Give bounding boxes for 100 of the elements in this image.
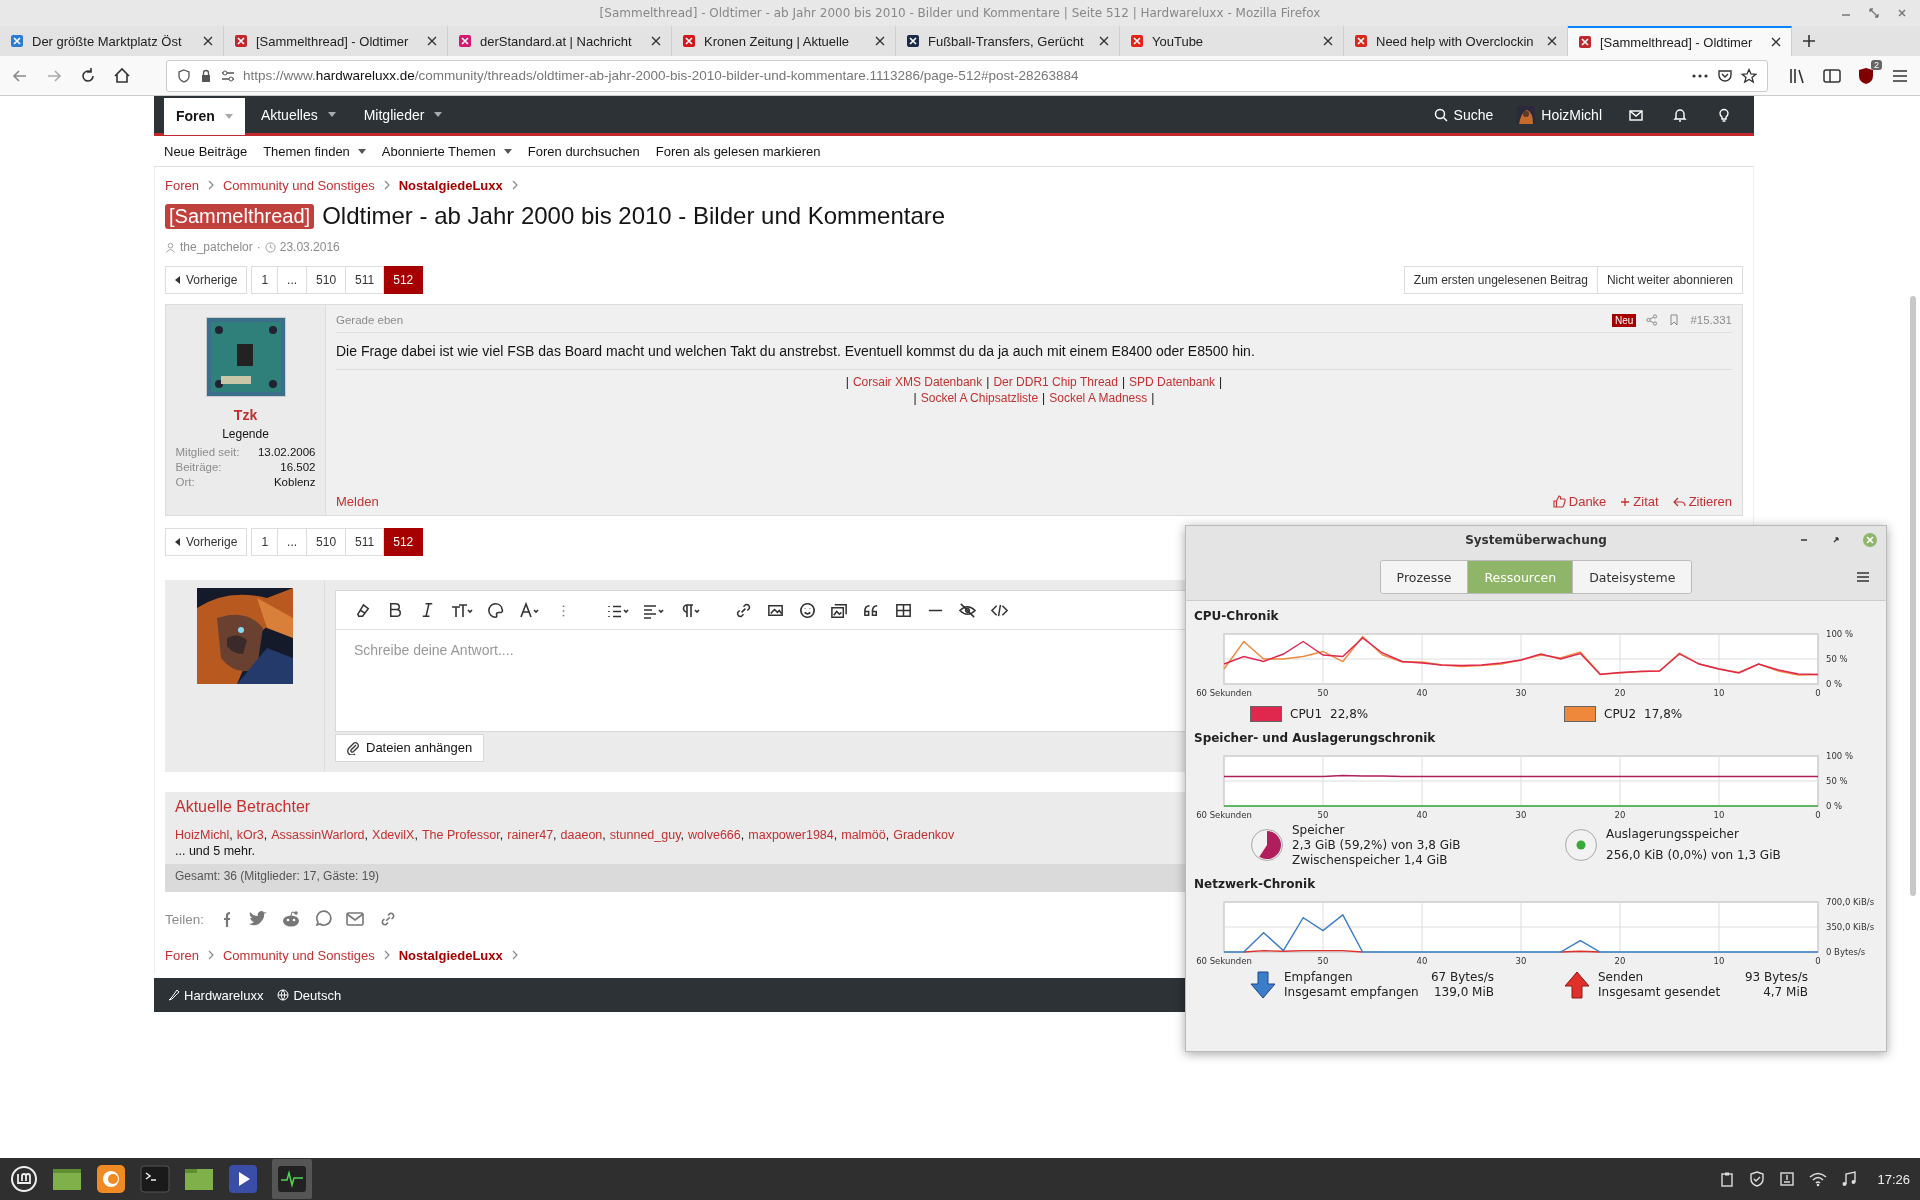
system-monitor-icon[interactable] <box>277 1164 307 1194</box>
bird-icon[interactable] <box>248 910 269 928</box>
bell-icon[interactable] <box>1672 106 1688 123</box>
shield-icon[interactable] <box>1856 65 1876 86</box>
thread-action-button[interactable]: Nicht weiter abonnieren <box>1597 266 1743 294</box>
subnav-link[interactable]: Neue Beiträge <box>164 143 248 159</box>
folder-icon[interactable] <box>184 1166 214 1192</box>
scrollbar[interactable] <box>1910 296 1916 896</box>
monitor-tab[interactable]: Dateisysteme <box>1572 561 1692 593</box>
subnav-link[interactable]: Themen finden <box>263 143 366 159</box>
viewer-link[interactable]: HoizMichl, <box>175 828 233 842</box>
close-icon[interactable] <box>427 36 437 46</box>
paperclip-icon[interactable] <box>347 740 360 755</box>
start-menu-icon[interactable] <box>10 1165 38 1193</box>
terminal-icon[interactable] <box>140 1164 170 1194</box>
search-icon[interactable] <box>1433 107 1448 122</box>
page-link[interactable]: ... <box>278 528 308 556</box>
attach-files-button[interactable]: Dateien anhängen <box>335 733 485 762</box>
wifi-icon[interactable] <box>1809 1171 1828 1187</box>
subnav-link[interactable]: Foren als gelesen markieren <box>655 143 821 159</box>
caret-icon[interactable] <box>327 112 336 117</box>
page-link[interactable]: 510 <box>307 528 347 556</box>
close-icon[interactable] <box>1771 37 1781 47</box>
previous-page-button[interactable]: Vorherige <box>165 266 248 294</box>
browser-icon[interactable] <box>96 1164 126 1194</box>
plus-icon[interactable] <box>1620 496 1631 507</box>
footer-link[interactable]: Hardwareluxx <box>168 987 264 1003</box>
monitor-tab[interactable]: Prozesse <box>1380 561 1468 593</box>
page-link[interactable]: 1 <box>251 528 279 556</box>
chat-icon[interactable] <box>314 910 333 928</box>
nav-tab[interactable]: Aktuelles <box>248 96 348 133</box>
post-action-link[interactable]: Zitat <box>1620 494 1659 509</box>
signature-link[interactable]: Sockel A Chipsatzliste <box>920 390 1039 406</box>
nav-tab[interactable]: Foren <box>164 97 245 135</box>
breadcrumb-link[interactable]: Community und Sonstiges <box>222 947 375 963</box>
caret-icon[interactable] <box>434 112 443 117</box>
star-icon[interactable] <box>1741 67 1757 84</box>
close-icon[interactable] <box>651 36 661 46</box>
close-icon[interactable] <box>875 36 885 46</box>
page-link[interactable]: 512 <box>384 266 424 294</box>
viewer-link[interactable]: XdevilX, <box>372 828 418 842</box>
close-icon[interactable] <box>1323 36 1333 46</box>
bookmark-icon[interactable] <box>1668 314 1681 326</box>
viewer-link[interactable]: malmöö, <box>841 828 890 842</box>
caret-icon[interactable] <box>357 148 366 154</box>
pocket-icon[interactable] <box>1717 67 1733 84</box>
report-link[interactable]: Melden <box>336 494 379 509</box>
viewer-link[interactable]: AssassinWarlord, <box>271 828 369 842</box>
language-link[interactable]: Deutsch <box>277 987 342 1003</box>
brush-icon[interactable] <box>168 989 180 1001</box>
viewer-link[interactable]: daaeon, <box>560 828 606 842</box>
hide-icon[interactable] <box>958 600 977 620</box>
previous-page-button[interactable]: Vorherige <box>165 528 248 556</box>
update-icon[interactable] <box>1779 1171 1796 1187</box>
viewer-link[interactable]: wolve666, <box>687 828 745 842</box>
viewer-link[interactable]: rainer47, <box>507 828 557 842</box>
breadcrumb-link[interactable]: NostalgiedeLuxx <box>398 177 503 193</box>
viewer-link[interactable]: kOr3, <box>236 828 268 842</box>
viewer-link[interactable]: stunned_guy, <box>609 828 684 842</box>
subnav-link[interactable]: Abonnierte Themen <box>381 143 512 159</box>
page-link[interactable]: 1 <box>251 266 279 294</box>
close-icon[interactable] <box>1099 36 1109 46</box>
page-link[interactable]: 510 <box>307 266 347 294</box>
globe-icon[interactable] <box>277 989 290 1001</box>
page-link[interactable]: 512 <box>384 528 424 556</box>
caret-icon[interactable] <box>503 148 512 154</box>
legend-swatch[interactable] <box>1250 706 1282 722</box>
media-player-icon[interactable] <box>228 1164 258 1194</box>
font-color-icon[interactable] <box>518 600 541 620</box>
search-button[interactable]: Suche <box>1423 106 1504 123</box>
viewer-link[interactable]: Gradenkov <box>893 828 955 842</box>
post-action-link[interactable]: Danke <box>1552 494 1607 509</box>
folder-icon[interactable] <box>52 1166 82 1192</box>
close-icon[interactable] <box>203 36 213 46</box>
subnav-link[interactable]: Foren durchsuchen <box>527 143 640 159</box>
smiley-icon[interactable] <box>798 600 817 620</box>
address-bar[interactable]: https://www.hardwareluxx.de/community/threads/oldtimer-ab-jahr-2000-bis-2010-bilder-und-kommentare.1113286/page-512#post-28263884 <box>166 59 1768 92</box>
legend-swatch[interactable] <box>1564 706 1596 722</box>
breadcrumb-link[interactable]: Foren <box>165 947 199 963</box>
page-link[interactable]: ... <box>278 266 308 294</box>
post-action-link[interactable]: Zitieren <box>1672 494 1732 509</box>
page-link[interactable]: 511 <box>346 528 385 556</box>
menu-icon[interactable] <box>1856 571 1870 583</box>
browser-tab[interactable]: [Sammelthread] - Oldtimer <box>1568 26 1792 56</box>
reddit-icon[interactable] <box>281 910 302 928</box>
signature-link[interactable]: Sockel A Madness <box>1049 390 1148 406</box>
nav-tab[interactable]: Mitglieder <box>351 96 455 133</box>
username-link[interactable]: Tzk <box>233 407 258 423</box>
thumbs-up-icon[interactable] <box>1552 495 1566 508</box>
caret-icon[interactable] <box>175 276 180 284</box>
author-link[interactable]: the_patchelor <box>180 240 253 254</box>
thread-action-button[interactable]: Zum ersten ungelesenen Beitrag <box>1403 266 1598 294</box>
page-link[interactable]: 511 <box>346 266 385 294</box>
lightbulb-icon[interactable] <box>1716 106 1732 123</box>
reply-arrow-icon[interactable] <box>1672 495 1686 508</box>
signature-link[interactable]: Der DDR1 Chip Thread <box>993 374 1118 390</box>
clipboard-icon[interactable] <box>1719 1171 1736 1187</box>
music-icon[interactable] <box>1841 1171 1858 1187</box>
breadcrumb-link[interactable]: NostalgiedeLuxx <box>398 947 503 963</box>
viewer-link[interactable]: maxpower1984, <box>748 828 838 842</box>
